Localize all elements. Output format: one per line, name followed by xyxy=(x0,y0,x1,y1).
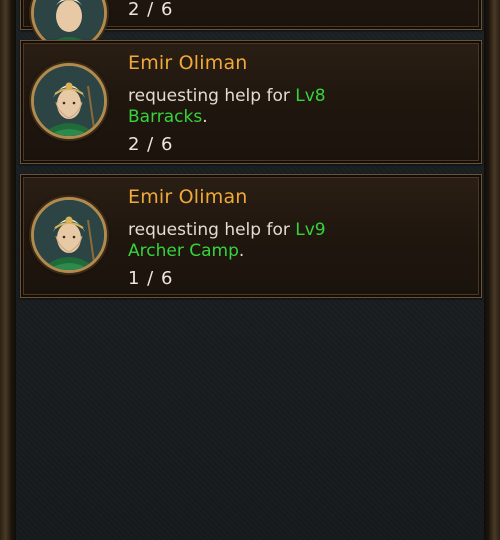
message-suffix: . xyxy=(238,241,245,261)
message-prefix: requesting help for xyxy=(128,86,296,106)
help-progress-count: 1 / 6 xyxy=(128,268,174,289)
right-frame-border xyxy=(484,0,500,540)
player-name: Emir Oliman xyxy=(128,52,248,74)
building-level: Lv8 xyxy=(295,86,326,106)
player-name: Emir Oliman xyxy=(128,186,248,208)
help-progress-count: 2 / 6 xyxy=(128,0,174,20)
help-progress-count: 2 / 6 xyxy=(128,134,174,155)
help-request-message: requesting help for Lv8 Barracks. xyxy=(128,86,358,128)
help-request-message: requesting help for Lv9 Archer Camp. xyxy=(128,220,358,262)
building-name: Barracks xyxy=(128,107,203,127)
building-name: Archer Camp xyxy=(128,241,239,261)
hero-portrait-icon xyxy=(31,197,107,273)
help-request-card[interactable]: Emir Oliman requesting help for Lv8 Barra… xyxy=(20,40,482,164)
help-request-card[interactable]: 2 / 6 xyxy=(20,0,482,51)
message-suffix: . xyxy=(202,107,208,127)
hero-portrait-icon xyxy=(31,63,107,139)
help-request-card[interactable]: Emir Oliman requesting help for Lv9 Arche… xyxy=(20,174,482,298)
building-level: Lv9 xyxy=(295,220,326,240)
message-prefix: requesting help for xyxy=(128,220,296,240)
left-frame-border xyxy=(0,0,16,540)
